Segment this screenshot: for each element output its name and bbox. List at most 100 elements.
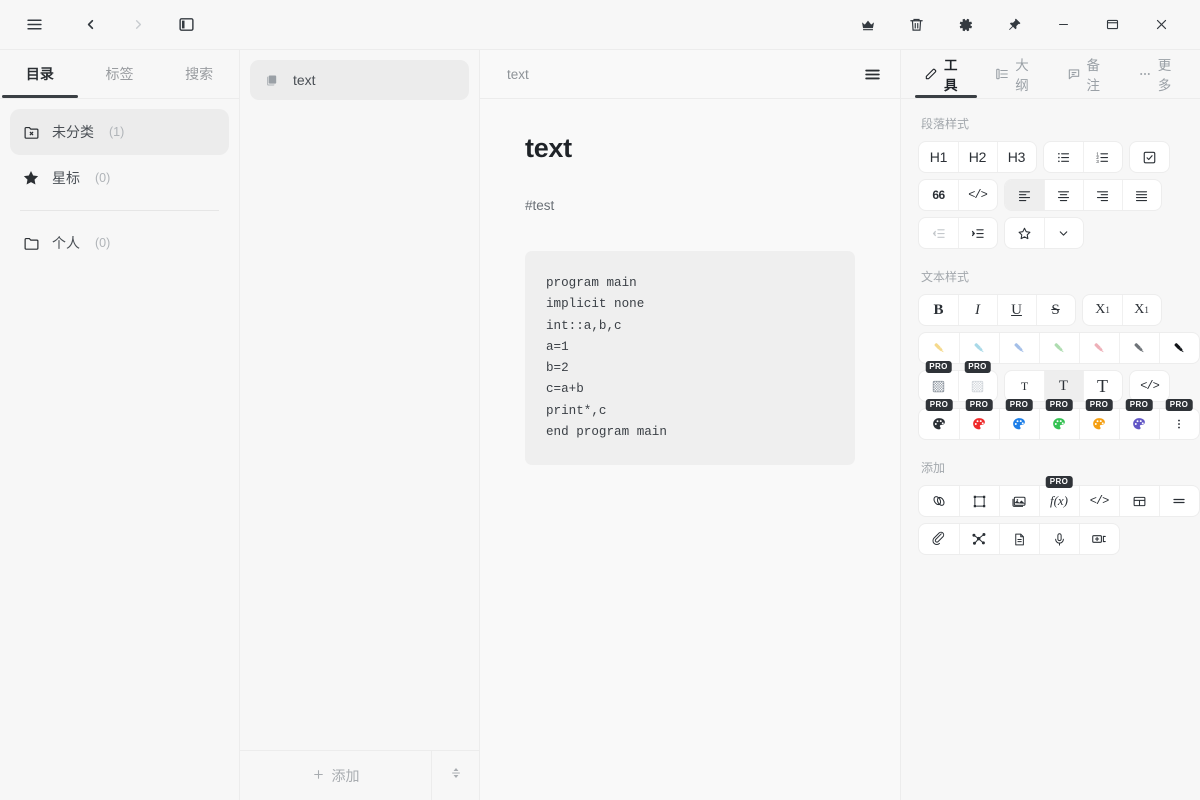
- palette-red-button[interactable]: PRO: [959, 399, 999, 439]
- outline-icon: [995, 67, 1009, 81]
- insert-divider-button[interactable]: [1159, 486, 1199, 516]
- note-icon: [264, 73, 279, 88]
- text-row-3: PRO PRO T T T </>: [919, 361, 1182, 401]
- insert-audio-button[interactable]: [1039, 524, 1079, 554]
- tab-search[interactable]: 搜索: [159, 50, 239, 98]
- align-right-button[interactable]: [1083, 180, 1122, 210]
- highlight-yellow-button[interactable]: [919, 333, 959, 363]
- sort-order-button[interactable]: [431, 751, 479, 800]
- insert-link-button[interactable]: [919, 486, 959, 516]
- strikethrough-button[interactable]: S: [1036, 295, 1075, 325]
- numbered-list-button[interactable]: 123: [1083, 142, 1122, 172]
- font-size-small-button[interactable]: T: [1005, 371, 1044, 401]
- highlight-blue-button[interactable]: [999, 333, 1039, 363]
- menu-icon[interactable]: [14, 8, 54, 42]
- document-body[interactable]: text #test program main implicit none in…: [480, 99, 900, 800]
- insert-code-block-button[interactable]: </>: [1079, 486, 1119, 516]
- align-center-button[interactable]: [1044, 180, 1083, 210]
- comment-icon: [1067, 67, 1081, 81]
- insert-image-button[interactable]: [999, 486, 1039, 516]
- pin-icon[interactable]: [990, 8, 1039, 42]
- insert-attachment-button[interactable]: [919, 524, 959, 554]
- code-block-button[interactable]: </>: [958, 180, 997, 210]
- close-icon[interactable]: [1137, 8, 1186, 42]
- tab-comments[interactable]: 备注: [1058, 50, 1120, 98]
- blockquote-button[interactable]: 66: [919, 180, 958, 210]
- tab-tags[interactable]: 标签: [80, 50, 160, 98]
- main-body: 目录 标签 搜索 未分类 (1) 星标 (0) 个人 (0) text 添加 t…: [0, 50, 1200, 800]
- note-list: text: [240, 50, 479, 750]
- add-note-button[interactable]: 添加: [240, 751, 431, 800]
- tab-more[interactable]: 更多: [1129, 50, 1191, 98]
- font-decoration-group: B I U S: [919, 295, 1075, 325]
- bold-button[interactable]: B: [919, 295, 958, 325]
- edit-pencil-icon: [924, 67, 938, 81]
- code-block[interactable]: program main implicit none int::a,b,c a=…: [525, 251, 855, 466]
- inline-code-button[interactable]: </>: [1130, 371, 1169, 401]
- tab-search-label: 搜索: [185, 66, 214, 82]
- list-item[interactable]: text: [250, 60, 469, 100]
- editor-panel: text text #test program main implicit no…: [480, 50, 900, 800]
- heading-3-button[interactable]: H3: [997, 142, 1036, 172]
- sidebar-item-uncategorized[interactable]: 未分类 (1): [10, 109, 229, 155]
- back-icon[interactable]: [70, 8, 110, 42]
- trash-icon[interactable]: [892, 8, 941, 42]
- palette-purple-button[interactable]: PRO: [1119, 399, 1159, 439]
- sidebar-item-starred[interactable]: 星标 (0): [10, 155, 229, 201]
- palette-green-button[interactable]: PRO: [1039, 399, 1079, 439]
- align-left-button[interactable]: [1005, 180, 1044, 210]
- favorite-style-button[interactable]: [1005, 218, 1044, 248]
- tab-outline[interactable]: 大纲: [986, 50, 1048, 98]
- highlight-gray-button[interactable]: [1119, 333, 1159, 363]
- heading-group: H1 H2 H3: [919, 142, 1036, 172]
- insert-mindmap-button[interactable]: [959, 524, 999, 554]
- heading-1-button[interactable]: H1: [919, 142, 958, 172]
- gear-icon[interactable]: [941, 8, 990, 42]
- tab-catalog[interactable]: 目录: [0, 50, 80, 98]
- checklist-button[interactable]: [1130, 142, 1169, 172]
- outdent-button[interactable]: [919, 218, 958, 248]
- underline-button[interactable]: U: [997, 295, 1036, 325]
- bullet-list-button[interactable]: [1044, 142, 1083, 172]
- font-size-large-button[interactable]: T: [1083, 371, 1122, 401]
- style-dropdown-button[interactable]: [1044, 218, 1083, 248]
- tab-tools[interactable]: 工具: [915, 50, 978, 98]
- insert-table-button[interactable]: [1119, 486, 1159, 516]
- text-background-button[interactable]: PRO: [919, 361, 958, 401]
- document-tag[interactable]: #test: [525, 198, 855, 213]
- breadcrumb[interactable]: text: [507, 67, 529, 82]
- palette-blue-button[interactable]: PRO: [999, 399, 1039, 439]
- indent-button[interactable]: [958, 218, 997, 248]
- insert-formula-button[interactable]: PRO f(x): [1039, 476, 1079, 516]
- highlight-cyan-button[interactable]: [959, 333, 999, 363]
- list-menu-icon[interactable]: [863, 65, 882, 84]
- palette-black-button[interactable]: PRO: [919, 399, 959, 439]
- maximize-icon[interactable]: [1088, 8, 1137, 42]
- text-pattern-button[interactable]: PRO: [958, 361, 997, 401]
- minimize-icon[interactable]: [1039, 8, 1088, 42]
- page-title[interactable]: text: [525, 133, 855, 164]
- sidebar-item-personal[interactable]: 个人 (0): [10, 220, 229, 266]
- insert-video-button[interactable]: [1079, 524, 1119, 554]
- add-note-label: 添加: [331, 767, 360, 784]
- insert-shape-button[interactable]: [959, 486, 999, 516]
- superscript-button[interactable]: X1: [1122, 295, 1161, 325]
- heading-2-button[interactable]: H2: [958, 142, 997, 172]
- forward-icon[interactable]: [118, 8, 158, 42]
- subscript-button[interactable]: X1: [1083, 295, 1122, 325]
- insert-file-button[interactable]: [999, 524, 1039, 554]
- alignment-group: [1005, 180, 1161, 210]
- palette-more-button[interactable]: PRO: [1159, 399, 1199, 439]
- palette-orange-button[interactable]: PRO: [1079, 399, 1119, 439]
- crown-icon[interactable]: [843, 8, 892, 42]
- tab-comments-label: 备注: [1086, 58, 1101, 93]
- block-group: 66 </>: [919, 180, 997, 210]
- highlight-pink-button[interactable]: [1079, 333, 1119, 363]
- highlight-green-button[interactable]: [1039, 333, 1079, 363]
- font-size-medium-button[interactable]: T: [1044, 371, 1083, 401]
- toggle-sidebar-icon[interactable]: [166, 8, 206, 42]
- highlighter-row: [919, 333, 1199, 363]
- align-justify-button[interactable]: [1122, 180, 1161, 210]
- italic-button[interactable]: I: [958, 295, 997, 325]
- highlight-black-button[interactable]: [1159, 333, 1199, 363]
